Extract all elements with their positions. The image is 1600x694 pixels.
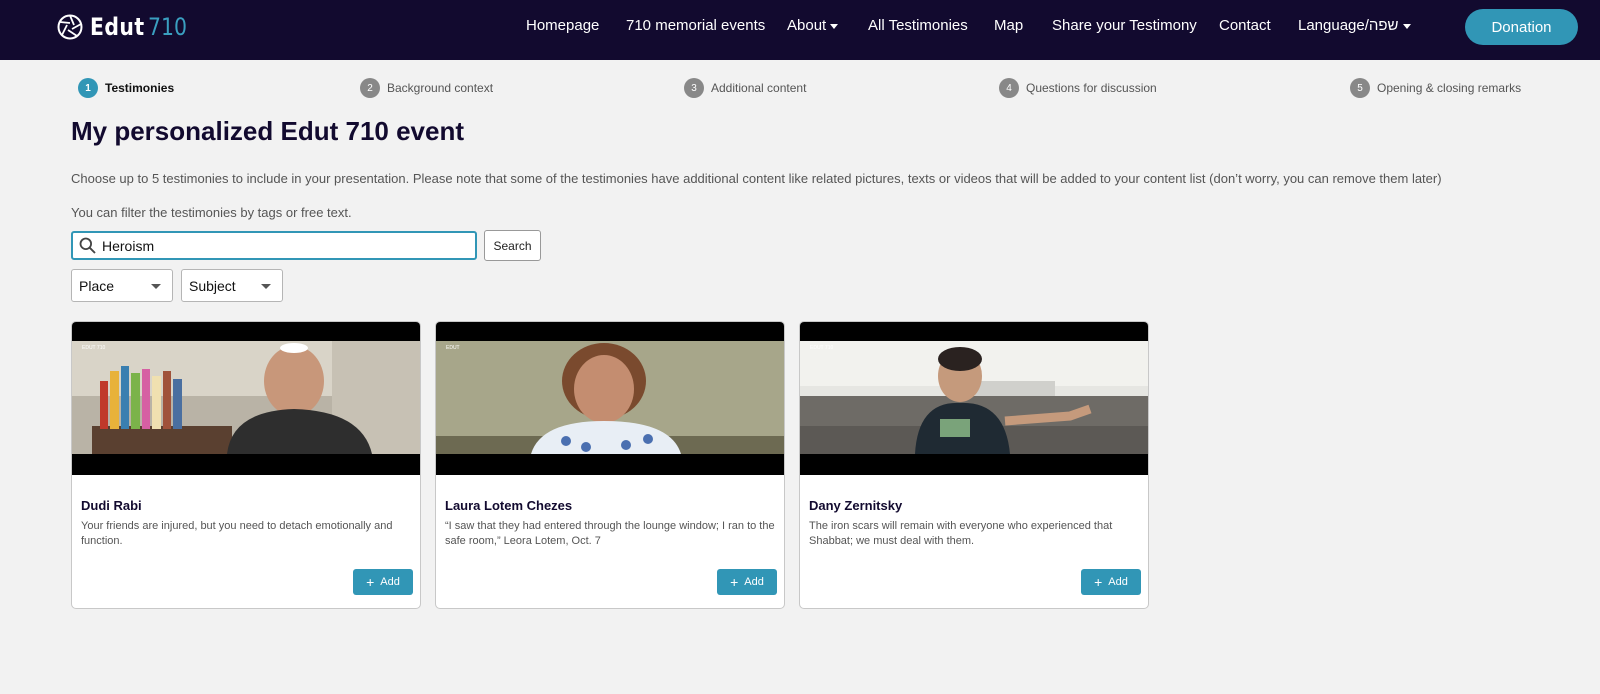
nav-map[interactable]: Map bbox=[994, 17, 1023, 41]
step-number: 5 bbox=[1350, 78, 1370, 98]
testimony-card: EDUT Laura Lotem Chezes “I saw that they… bbox=[435, 321, 785, 609]
testimony-description: “I saw that they had entered through the… bbox=[445, 520, 775, 547]
video-frame: EDUT 710 bbox=[72, 341, 420, 454]
video-watermark: EDUT bbox=[446, 345, 460, 351]
video-still-image bbox=[72, 341, 420, 454]
nav-language[interactable]: Language/שפה bbox=[1298, 17, 1411, 41]
testimony-name: Laura Lotem Chezes bbox=[445, 498, 573, 513]
top-navigation-bar: Edut 710 Homepage 710 memorial events Ab… bbox=[0, 0, 1600, 60]
plus-icon: + bbox=[1094, 574, 1103, 590]
video-watermark: EDUT 710 bbox=[810, 345, 834, 351]
testimony-name: Dany Zernitsky bbox=[809, 498, 903, 513]
video-still-image bbox=[436, 341, 784, 454]
step-label: Background context bbox=[387, 81, 494, 95]
caret-down-icon bbox=[261, 284, 271, 289]
step-label: Questions for discussion bbox=[1026, 81, 1157, 95]
step-number: 3 bbox=[684, 78, 704, 98]
subject-filter-select[interactable]: Subject bbox=[181, 269, 283, 302]
testimony-description: Your friends are injured, but you need t… bbox=[81, 520, 393, 547]
nav-share-testimony[interactable]: Share your Testimony bbox=[1052, 17, 1197, 41]
caret-down-icon bbox=[151, 284, 161, 289]
nav-about[interactable]: About bbox=[787, 17, 839, 41]
step-opening-closing-remarks[interactable]: 5 Opening & closing remarks bbox=[1350, 78, 1521, 98]
step-label: Opening & closing remarks bbox=[1377, 81, 1522, 95]
step-label: Testimonies bbox=[105, 81, 175, 95]
logo-number: 710 bbox=[148, 13, 188, 41]
nav-language-label: Language/שפה bbox=[1298, 17, 1399, 34]
step-questions-for-discussion[interactable]: 4 Questions for discussion bbox=[999, 78, 1157, 98]
logo-wordmark: Edut bbox=[90, 13, 145, 41]
nav-about-label: About bbox=[787, 17, 827, 34]
step-number: 1 bbox=[78, 78, 98, 98]
add-testimony-button[interactable]: + Add bbox=[717, 569, 777, 595]
testimony-card: EDUT 710 Dany Zernitsky The iron scars w… bbox=[799, 321, 1149, 609]
plus-icon: + bbox=[730, 574, 739, 590]
donation-button[interactable]: Donation bbox=[1465, 9, 1578, 45]
nav-all-testimonies[interactable]: All Testimonies bbox=[868, 17, 968, 41]
caret-down-icon bbox=[1402, 23, 1411, 29]
nav-contact[interactable]: Contact bbox=[1219, 17, 1271, 41]
search-button[interactable]: Search bbox=[484, 230, 541, 261]
video-watermark: EDUT 710 bbox=[82, 345, 106, 351]
step-background-context[interactable]: 2 Background context bbox=[360, 78, 493, 98]
add-label: Add bbox=[380, 576, 400, 588]
step-testimonies[interactable]: 1 Testimonies bbox=[78, 78, 174, 98]
nav-homepage[interactable]: Homepage bbox=[526, 17, 599, 41]
testimony-description: The iron scars will remain with everyone… bbox=[809, 520, 1113, 547]
site-logo[interactable]: Edut 710 bbox=[57, 13, 194, 41]
video-thumbnail[interactable]: EDUT 710 bbox=[800, 322, 1148, 475]
plus-icon: + bbox=[366, 574, 375, 590]
aperture-icon bbox=[57, 14, 83, 40]
place-filter-select[interactable]: Place bbox=[71, 269, 173, 302]
testimony-name: Dudi Rabi bbox=[81, 498, 142, 513]
add-testimony-button[interactable]: + Add bbox=[1081, 569, 1141, 595]
page-title: My personalized Edut 710 event bbox=[71, 116, 465, 146]
filter-hint-text: You can filter the testimonies by tags o… bbox=[71, 205, 352, 220]
step-additional-content[interactable]: 3 Additional content bbox=[684, 78, 806, 98]
caret-down-icon bbox=[830, 23, 839, 29]
video-thumbnail[interactable]: EDUT 710 bbox=[72, 322, 420, 475]
testimony-card: EDUT 710 Dudi Rabi Your friends are inju… bbox=[71, 321, 421, 609]
search-input[interactable] bbox=[102, 237, 462, 254]
video-still-image bbox=[800, 341, 1148, 454]
video-frame: EDUT 710 bbox=[800, 341, 1148, 454]
search-field[interactable] bbox=[71, 231, 477, 260]
add-testimony-button[interactable]: + Add bbox=[353, 569, 413, 595]
step-number: 2 bbox=[360, 78, 380, 98]
subject-filter-label: Subject bbox=[189, 277, 236, 294]
place-filter-label: Place bbox=[79, 277, 115, 294]
add-label: Add bbox=[1108, 576, 1128, 588]
video-thumbnail[interactable]: EDUT bbox=[436, 322, 784, 475]
step-label: Additional content bbox=[711, 81, 807, 95]
nav-memorial-events[interactable]: 710 memorial events bbox=[626, 17, 765, 41]
search-icon bbox=[79, 237, 96, 254]
add-label: Add bbox=[744, 576, 764, 588]
intro-text: Choose up to 5 testimonies to include in… bbox=[71, 171, 1442, 186]
video-frame: EDUT bbox=[436, 341, 784, 454]
step-number: 4 bbox=[999, 78, 1019, 98]
